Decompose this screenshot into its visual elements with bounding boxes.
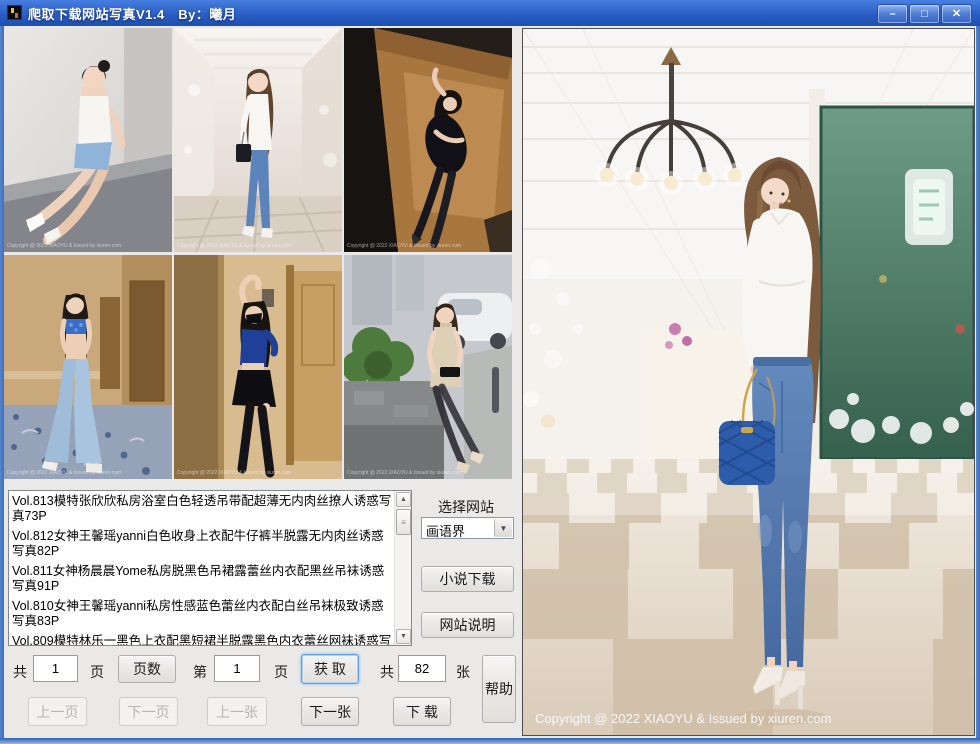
scrollbar-thumb[interactable]: ≡: [396, 509, 411, 535]
thumbnail-6[interactable]: Copyright @ 2022 XIAOYU & Issued by xiur…: [344, 255, 512, 479]
thumb-watermark: Copyright @ 2022 XIAOYU & Issued by xiur…: [7, 470, 121, 476]
thumb-watermark: Copyright @ 2022 XIAOYU & Issued by xiur…: [177, 470, 291, 476]
site-dropdown[interactable]: 画语界 ▼: [421, 517, 514, 539]
listbox-scrollbar[interactable]: ▲ ≡ ▼: [394, 491, 411, 645]
thumb-watermark: Copyright @ 2022 XIAOYU & Issued by xiur…: [177, 243, 291, 249]
close-button[interactable]: ✕: [941, 4, 972, 24]
thumb-watermark: Copyright @ 2022 XIAOYU & Issued by xiur…: [347, 470, 461, 476]
results-listbox[interactable]: Vol.813模特张欣欣私房浴室白色轻透吊带配超薄无内肉丝撩人诱惑写真73P V…: [8, 490, 412, 646]
total-images-label: 共: [380, 662, 394, 682]
list-item[interactable]: Vol.810女神王馨瑶yanni私房性感蓝色蕾丝内衣配白丝吊袜极致诱惑写真83…: [12, 599, 392, 629]
total-pages-label: 共: [13, 662, 27, 682]
next-image-button[interactable]: 下一张: [301, 697, 359, 726]
list-item[interactable]: Vol.812女神王馨瑶yanni白色收身上衣配牛仔裤半脱露无内肉丝诱惑写真82…: [12, 529, 392, 559]
list-item[interactable]: Vol.809模特林乐一黑色上衣配黑短裙半脱露黑色内衣蕾丝网袜诱惑写真: [12, 634, 392, 645]
window-border-right: [976, 26, 980, 738]
current-page-input[interactable]: [214, 655, 260, 682]
prev-image-button[interactable]: 上一张: [207, 697, 267, 726]
images-unit-label: 张: [456, 662, 470, 682]
page-count-button[interactable]: 页数: [118, 655, 176, 683]
preview-copyright: Copyright @ 2022 XIAOYU & Issued by xiur…: [535, 711, 831, 726]
thumbnail-1[interactable]: Copyright @ 2022 XIAOYU & Issued by xiur…: [4, 28, 172, 252]
total-pages-input[interactable]: [33, 655, 78, 682]
thumbnail-5[interactable]: Copyright @ 2022 XIAOYU & Issued by xiur…: [174, 255, 342, 479]
thumbnail-3[interactable]: Copyright @ 2022 XIAOYU & Issued by xiur…: [344, 28, 512, 252]
list-item[interactable]: Vol.811女神杨晨晨Yome私房脱黑色吊裙露蕾丝内衣配黑丝吊袜诱惑写真91P: [12, 564, 392, 594]
total-images-input[interactable]: [398, 655, 446, 682]
pages-unit-label: 页: [90, 662, 104, 682]
preview-image: Copyright @ 2022 XIAOYU & Issued by xiur…: [522, 28, 975, 736]
thumb-watermark: Copyright @ 2022 XIAOYU & Issued by xiur…: [347, 243, 461, 249]
app-window: 爬取下载网站写真V1.4 By：曦月 – □ ✕ Copyright @: [0, 0, 980, 744]
prev-page-button[interactable]: 上一页: [28, 697, 87, 726]
current-page-label: 第: [193, 662, 207, 682]
scroll-down-icon[interactable]: ▼: [396, 629, 411, 644]
minimize-button[interactable]: –: [877, 4, 908, 24]
scroll-up-icon[interactable]: ▲: [396, 492, 411, 507]
help-button[interactable]: 帮助: [482, 655, 516, 723]
fetch-button[interactable]: 获 取: [301, 654, 359, 684]
chevron-down-icon[interactable]: ▼: [494, 519, 512, 537]
site-info-button[interactable]: 网站说明: [421, 612, 514, 638]
window-border-bottom: [0, 738, 980, 744]
download-button[interactable]: 下 载: [393, 697, 451, 726]
app-icon: [7, 5, 22, 20]
novel-download-button[interactable]: 小说下载: [421, 566, 514, 592]
next-page-button[interactable]: 下一页: [119, 697, 178, 726]
thumb-watermark: Copyright @ 2022 XIAOYU & Issued by xiur…: [7, 243, 121, 249]
current-unit-label: 页: [274, 662, 288, 682]
titlebar[interactable]: 爬取下载网站写真V1.4 By：曦月 – □ ✕: [0, 0, 980, 26]
list-item[interactable]: Vol.813模特张欣欣私房浴室白色轻透吊带配超薄无内肉丝撩人诱惑写真73P: [12, 494, 392, 524]
site-dropdown-value: 画语界: [426, 521, 465, 540]
thumbnail-2[interactable]: Copyright @ 2022 XIAOYU & Issued by xiur…: [174, 28, 342, 252]
results-list: Vol.813模特张欣欣私房浴室白色轻透吊带配超薄无内肉丝撩人诱惑写真73P V…: [9, 491, 394, 645]
maximize-button[interactable]: □: [909, 4, 940, 24]
site-select-label: 选择网站: [438, 497, 494, 517]
window-title: 爬取下载网站写真V1.4 By：曦月: [28, 4, 236, 23]
thumbnail-4[interactable]: Copyright @ 2022 XIAOYU & Issued by xiur…: [4, 255, 172, 479]
